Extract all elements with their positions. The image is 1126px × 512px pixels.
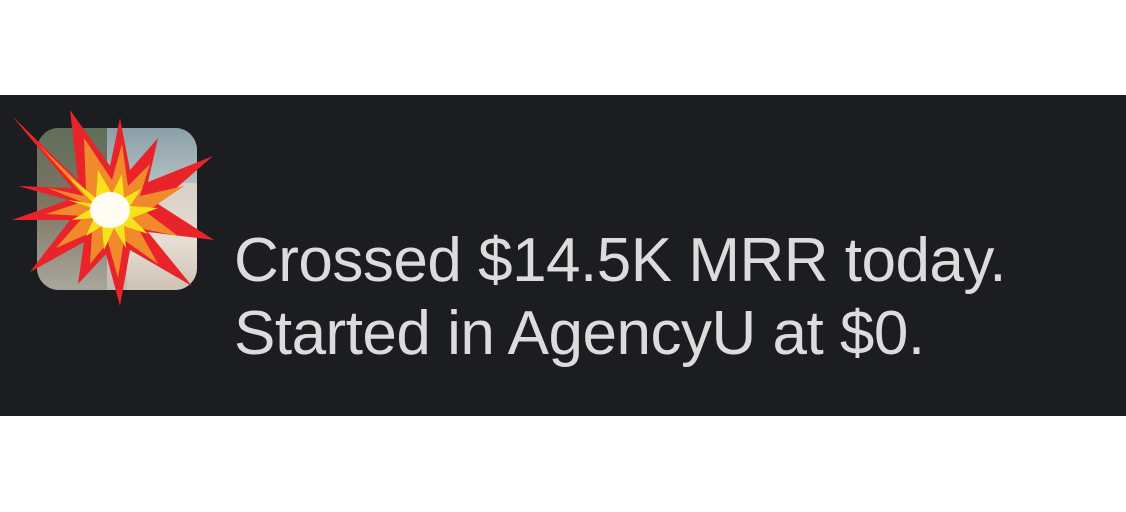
screenshot-canvas: Crossed $14.5K MRR today. Started in Age…	[0, 0, 1126, 512]
collision-emoji-icon	[12, 110, 214, 306]
message-text: Crossed $14.5K MRR today. Started in Age…	[234, 224, 1007, 370]
message-line-2: Started in AgencyU at $0.	[234, 299, 925, 368]
message-line-1: Crossed $14.5K MRR today.	[234, 226, 1007, 295]
